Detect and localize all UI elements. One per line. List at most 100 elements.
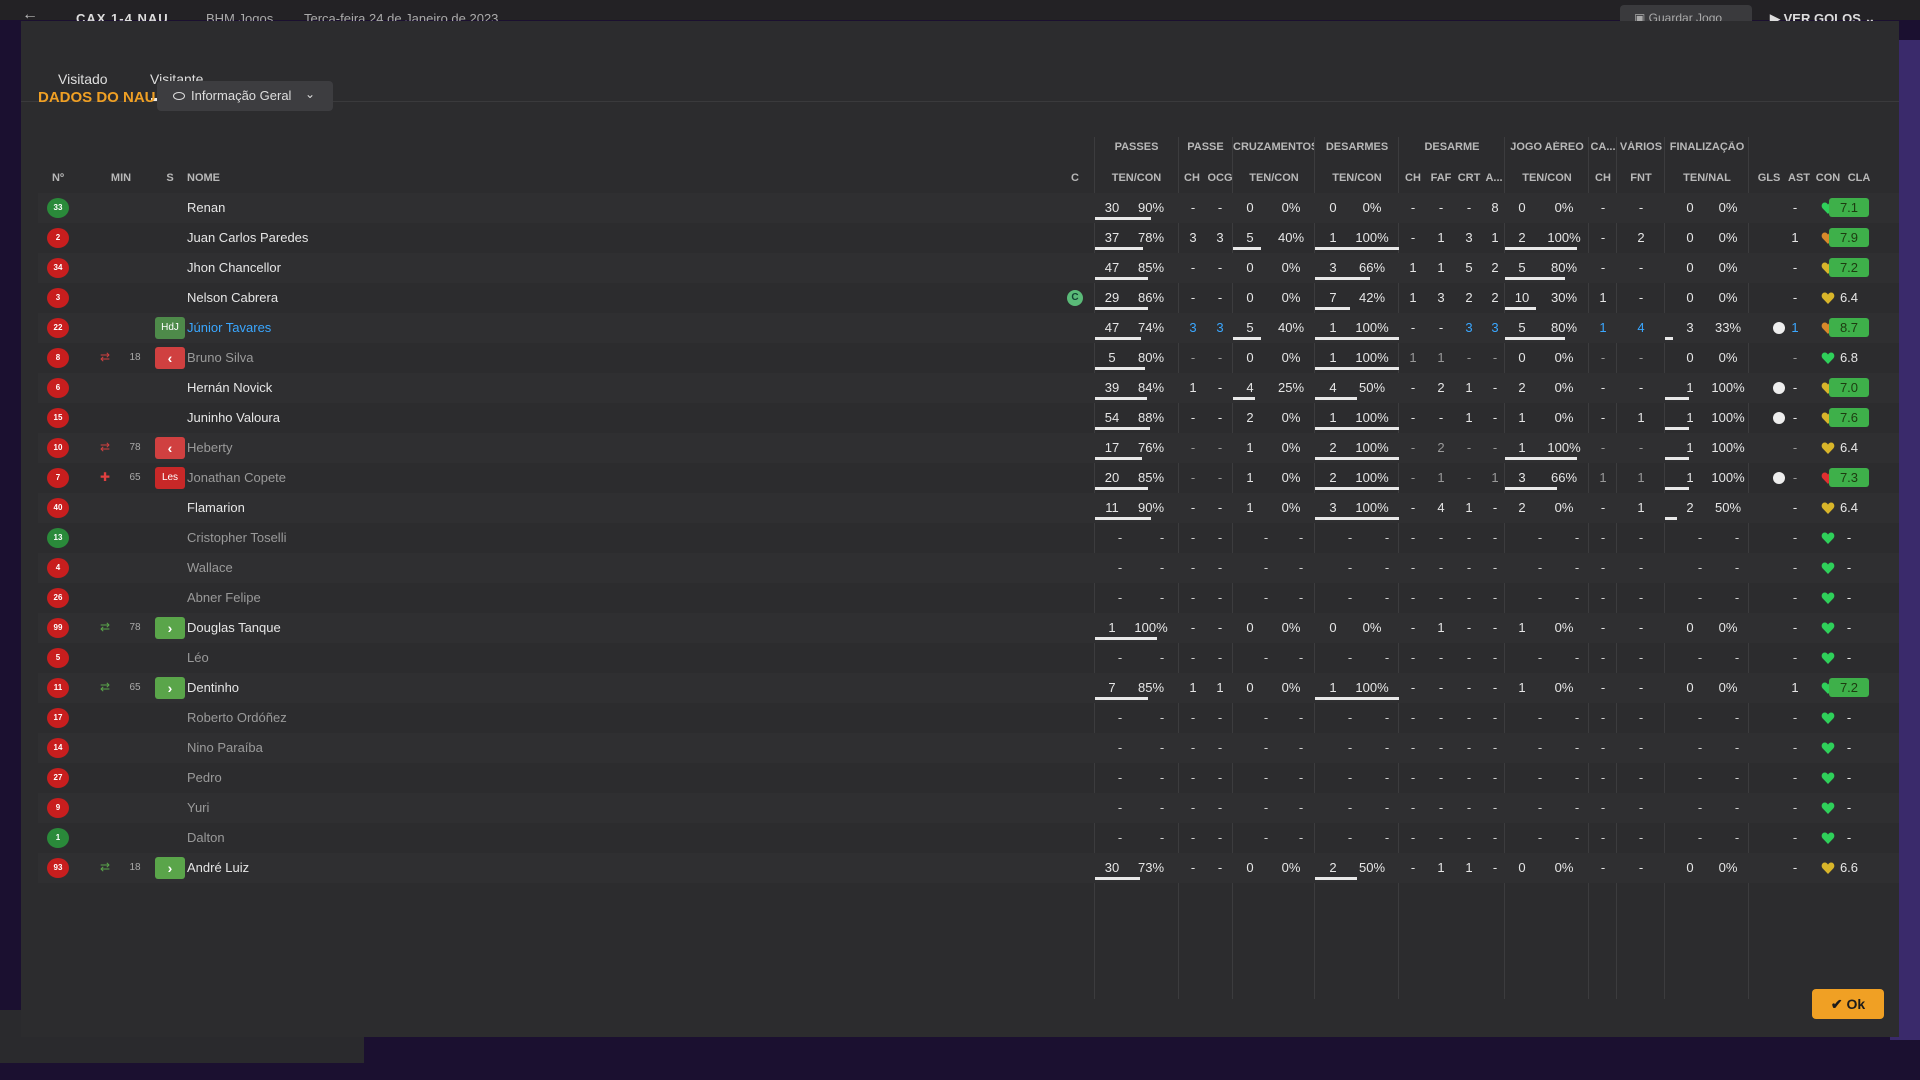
player-name[interactable]: Roberto Ordóñez [187,710,287,725]
captain-icon: C [1067,290,1083,306]
back-arrow-icon[interactable]: ← [22,6,38,22]
tackle-a: - [1492,410,1498,425]
subbed-on-icon: › [155,617,185,639]
player-name[interactable]: Hernán Novick [187,380,272,395]
col-min[interactable]: MIN [106,172,136,184]
player-row[interactable]: 4 Wallace - - - - - - - - - - - - - - - - - - - - [38,553,1899,583]
passes-attempted: 7 [1108,680,1116,695]
player-row[interactable]: 93 ⇄ 18 › André Luiz 30 73% - - 0 0% 2 50% - 1 1 - 0 0% - - 0… [38,853,1899,883]
player-row[interactable]: 14 Nino Paraíba - - - - - - - - - - - - - - - - - - - - [38,733,1899,763]
player-name[interactable]: Dentinho [187,680,239,695]
col-des-faf[interactable]: FAF [1427,172,1455,184]
player-row[interactable]: 13 Cristopher Toselli - - - - - - - - - - - - - - - - - - - - [38,523,1899,553]
player-name[interactable]: Wallace [187,560,233,575]
rating-badge: - [1846,740,1852,755]
assists: - [1792,290,1798,305]
player-row[interactable]: 34 Jhon Chancellor 47 85% - - 0 0% 3 66% 1 1 5 2 5 80% -… [38,253,1899,283]
player-name[interactable]: Juninho Valoura [187,410,280,425]
save-game-button[interactable]: ▣ Guardar Jogo [1620,5,1752,22]
col-passe-ch[interactable]: CH [1178,172,1206,184]
rating-badge: - [1846,650,1852,665]
player-name[interactable]: Léo [187,650,209,665]
player-row[interactable]: 10 ⇄ 78 ‹ Heberty 17 76% - - 1 0% 2 100% - 2 - - 1 100% - - 1… [38,433,1899,463]
tab-visitado[interactable]: Visitado [58,71,108,87]
stat-cell: - [1574,710,1580,725]
crosses-percent: 40% [1277,320,1305,335]
player-name[interactable]: Yuri [187,800,209,815]
col-s[interactable]: S [160,172,180,184]
passes-percent: 90% [1137,500,1165,515]
player-row[interactable]: 99 ⇄ 78 › Douglas Tanque 1 100% - - 0 0% 0 0% - 1 - - 1 0%… [38,613,1899,643]
col-final[interactable]: TEN/NAL [1665,172,1749,184]
player-name[interactable]: Heberty [187,440,233,455]
player-row[interactable]: 33 Renan 30 90% - - 0 0% 0 0% - - - 8 0 0% - - 0 0% - 7.1 [38,193,1899,223]
aerial-bar [1505,337,1565,340]
player-name[interactable]: Juan Carlos Paredes [187,230,308,245]
col-c[interactable]: C [1067,172,1083,184]
player-row[interactable]: 9 Yuri - - - - - - - - - - - - - - - - - - - - [38,793,1899,823]
player-row[interactable]: 2 Juan Carlos Paredes 37 78% 3 3 5 40% 1 100% -1 3 1… [38,223,1899,253]
rating-badge: 8.7 [1829,318,1869,337]
key-passes-ch: - [1190,260,1196,275]
col-cruz[interactable]: TEN/CON [1233,172,1315,184]
player-row[interactable]: 7 ✚ 65 Les Jonathan Copete 20 85% - - 1 0% 2 100% - 1 -… [38,463,1899,493]
col-ast[interactable]: AST [1785,172,1813,184]
shots-percent: 100% [1711,380,1745,395]
col-gls[interactable]: GLS [1753,172,1785,184]
player-name[interactable]: Cristopher Toselli [187,530,286,545]
ok-button[interactable]: ✔ Ok [1812,989,1884,1019]
col-ca-ch[interactable]: CH [1589,172,1617,184]
stat-cell: - [1438,770,1444,785]
player-row[interactable]: 27 Pedro - - - - - - - - - - - - - - - - - - - - [38,763,1899,793]
stat-cell: - [1298,530,1304,545]
tackles-attempted: 0 [1329,200,1337,215]
player-row[interactable]: 3 Nelson Cabrera C 29 86% - -0 0% 7 42% 1 3 2 2 10 30% 1… [38,283,1899,313]
player-row[interactable]: 5 Léo - - - - - - - - - - - - - - - - - - - - [38,643,1899,673]
player-row[interactable]: 6 Hernán Novick 39 84% 1 - 4 25% 4 50% - 2 1 - 2 0% - - 1 1… [38,373,1899,403]
player-name[interactable]: Nino Paraíba [187,740,263,755]
player-row[interactable]: 40 Flamarion 11 90% - - 1 0% 3 100% - 4 1 - 2 0% - 1 2 50% -… [38,493,1899,523]
tackles-attempted: 2 [1329,860,1337,875]
col-fnt[interactable]: FNT [1617,172,1665,184]
col-no[interactable]: Nº [47,172,69,184]
player-row[interactable]: 15 Juninho Valoura 54 88% - - 2 0% 1 100% - - 1 - 1 0% -… [38,403,1899,433]
player-row[interactable]: 17 Roberto Ordóñez - - - - - - - - - - - - - - - - - - - - [38,703,1899,733]
man-of-the-match-badge: HdJ [155,317,185,339]
col-cla[interactable]: CLA [1839,172,1879,184]
player-name[interactable]: Renan [187,200,225,215]
player-name[interactable]: Douglas Tanque [187,620,281,635]
player-name[interactable]: Júnior Tavares [187,320,271,335]
player-name[interactable]: Pedro [187,770,222,785]
stat-cell: - [1638,560,1644,575]
player-row[interactable]: 22 HdJ Júnior Tavares 47 74% 3 3 5 40% 1 100% - - 3 3 5… [38,313,1899,343]
player-name[interactable]: Jonathan Copete [187,470,286,485]
col-des-crt[interactable]: CRT [1455,172,1483,184]
col-des-ch[interactable]: CH [1399,172,1427,184]
player-name[interactable]: Jhon Chancellor [187,260,281,275]
tackles-attempted: 3 [1329,260,1337,275]
player-row[interactable]: 26 Abner Felipe - - - - - - - - - - - - - - - - - - - - [38,583,1899,613]
col-des-a[interactable]: A... [1483,172,1505,184]
col-passes[interactable]: TEN/CON [1095,172,1178,184]
assists: 1 [1791,680,1799,695]
shots-total: 1 [1686,470,1694,485]
col-nome[interactable]: NOME [187,172,220,184]
tackles-bar [1315,247,1399,250]
player-name[interactable]: André Luiz [187,860,249,875]
view-dropdown[interactable]: Informação Geral ⌄ [157,81,333,111]
stat-cell: - [1117,740,1123,755]
player-name[interactable]: Bruno Silva [187,350,253,365]
key-passes-ocg: - [1217,290,1223,305]
stat-cell: - [1492,650,1498,665]
player-row[interactable]: 1 Dalton - - - - - - - - - - - - - - - - - - - - [38,823,1899,853]
player-row[interactable]: 11 ⇄ 65 › Dentinho 7 85% 1 1 0 0% 1 100% - - - -1 0% - -0 0%… [38,673,1899,703]
player-name[interactable]: Dalton [187,830,225,845]
col-desarmes[interactable]: TEN/CON [1315,172,1399,184]
player-name[interactable]: Abner Felipe [187,590,261,605]
player-name[interactable]: Nelson Cabrera [187,290,278,305]
tackle-a: 8 [1491,200,1499,215]
key-passes-ocg: 3 [1216,230,1224,245]
col-aereo[interactable]: TEN/CON [1505,172,1589,184]
player-name[interactable]: Flamarion [187,500,245,515]
player-row[interactable]: 8 ⇄ 18 ‹ Bruno Silva 5 80% - - 0 0% 1 100% 1 1 - - 0 0% - - 0… [38,343,1899,373]
